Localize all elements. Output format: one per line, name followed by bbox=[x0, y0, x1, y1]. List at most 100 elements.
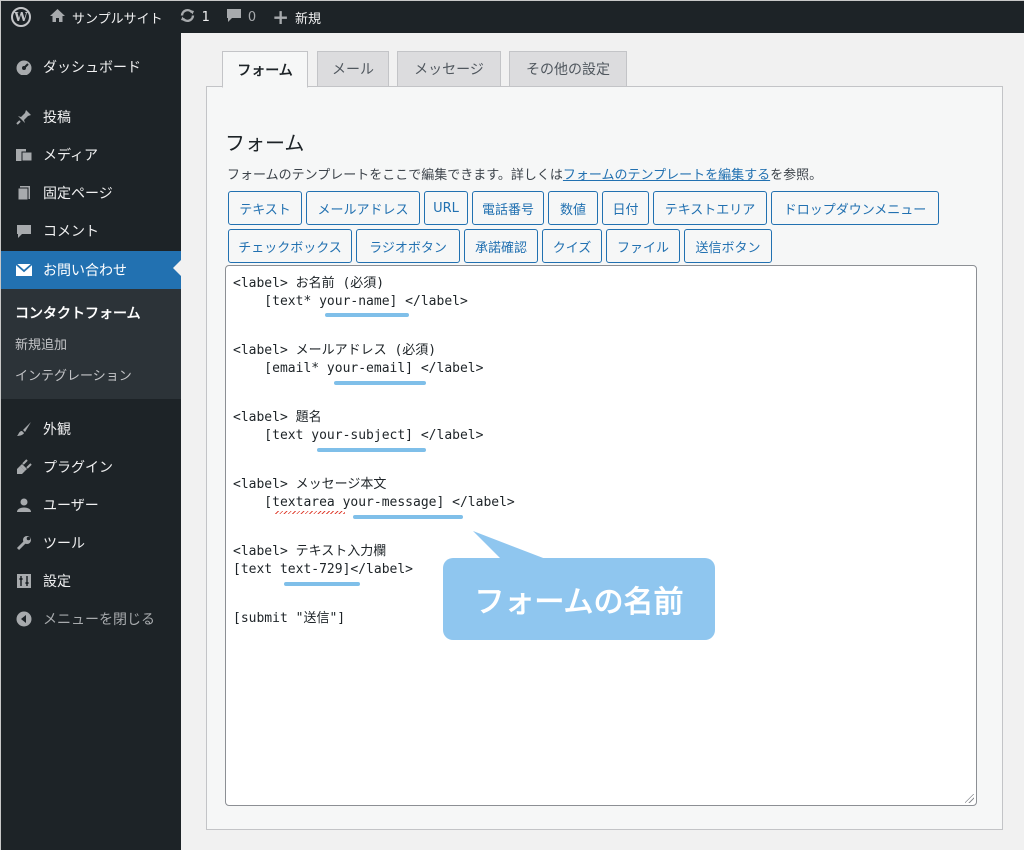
annotation-callout: フォームの名前 bbox=[443, 558, 715, 640]
code-line: [email* your-email] </label> bbox=[233, 361, 484, 376]
user-icon bbox=[13, 495, 35, 515]
template-docs-link[interactable]: フォームのテンプレートを編集する bbox=[563, 168, 770, 183]
pin-icon bbox=[13, 107, 35, 127]
mail-icon bbox=[13, 260, 35, 280]
code-line: <label> テキスト入力欄 bbox=[233, 544, 387, 559]
wrench-icon bbox=[13, 533, 35, 553]
submenu-contact-forms[interactable]: コンタクトフォーム bbox=[15, 303, 141, 323]
panel-title: フォーム bbox=[225, 131, 305, 155]
tag-button-number[interactable]: 数値 bbox=[548, 191, 598, 225]
form-panel: フォーム フォームのテンプレートをここで編集できます。詳しくはフォームのテンプレ… bbox=[206, 86, 1003, 830]
menu-label: メニューを閉じる bbox=[43, 612, 155, 628]
spellcheck-underline bbox=[275, 511, 345, 514]
admin-bar: W サンプルサイト 1 0 + 新規 bbox=[1, 1, 1024, 33]
dashboard-icon bbox=[13, 57, 35, 77]
menu-label: ツール bbox=[43, 536, 85, 552]
menu-label: 設定 bbox=[43, 574, 71, 590]
menu-label: コメント bbox=[43, 224, 99, 240]
tab-messages[interactable]: メッセージ bbox=[397, 51, 501, 87]
comment-icon bbox=[13, 221, 35, 241]
tag-button-acceptance[interactable]: 承諾確認 bbox=[464, 229, 538, 263]
updates-count: 1 bbox=[201, 9, 210, 25]
contact-submenu: コンタクトフォーム 新規追加 インテグレーション bbox=[1, 289, 181, 399]
menu-collapse[interactable]: メニューを閉じる bbox=[1, 602, 181, 636]
resize-handle[interactable] bbox=[965, 794, 974, 803]
media-icon bbox=[13, 145, 35, 165]
tag-button-checkbox[interactable]: チェックボックス bbox=[228, 229, 352, 263]
plugin-icon bbox=[13, 457, 35, 477]
code-line: [text text-729]</label> bbox=[233, 562, 414, 577]
menu-tools[interactable]: ツール bbox=[1, 526, 181, 560]
page-icon bbox=[13, 183, 35, 203]
tag-button-url[interactable]: URL bbox=[424, 191, 468, 225]
new-label: 新規 bbox=[294, 11, 321, 27]
code-line: <label> お名前 (必須) bbox=[233, 276, 385, 291]
code-line: <label> メッセージ本文 bbox=[233, 477, 387, 492]
panel-description: フォームのテンプレートをここで編集できます。詳しくはフォームのテンプレートを編集… bbox=[227, 164, 822, 183]
main-content: フォーム メール メッセージ その他の設定 フォーム フォームのテンプレートをこ… bbox=[181, 33, 1024, 850]
refresh-icon bbox=[179, 7, 196, 27]
menu-label: ユーザー bbox=[43, 498, 99, 514]
menu-label: メディア bbox=[43, 148, 99, 164]
collapse-icon bbox=[13, 609, 35, 629]
tag-button-email[interactable]: メールアドレス bbox=[306, 191, 420, 225]
menu-pages[interactable]: 固定ページ bbox=[1, 176, 181, 210]
tag-button-submit[interactable]: 送信ボタン bbox=[684, 229, 772, 263]
wordpress-logo-button[interactable]: W bbox=[1, 1, 41, 33]
tab-other-settings[interactable]: その他の設定 bbox=[509, 51, 627, 87]
tag-button-textarea[interactable]: テキストエリア bbox=[653, 191, 767, 225]
form-template-editor[interactable]: <label> お名前 (必須) [text* your-name] </lab… bbox=[225, 265, 977, 806]
window-frame: W サンプルサイト 1 0 + 新規 ダッシュボード 投稿 メディア 固定ページ… bbox=[0, 0, 1024, 850]
name-highlight bbox=[284, 582, 360, 586]
name-highlight bbox=[334, 381, 426, 385]
tag-button-date[interactable]: 日付 bbox=[602, 191, 649, 225]
menu-comments[interactable]: コメント bbox=[1, 214, 181, 248]
menu-posts[interactable]: 投稿 bbox=[1, 100, 181, 134]
desc-prefix: フォームのテンプレートをここで編集できます。詳しくは bbox=[227, 168, 563, 183]
submenu-add-new[interactable]: 新規追加 bbox=[15, 334, 67, 353]
comment-bubble-icon bbox=[226, 8, 242, 26]
name-highlight bbox=[317, 448, 426, 452]
brush-icon bbox=[13, 419, 35, 439]
wordpress-logo-icon: W bbox=[11, 7, 31, 27]
comments-link[interactable]: 0 bbox=[218, 1, 264, 33]
settings-icon bbox=[13, 571, 35, 591]
name-highlight bbox=[325, 313, 409, 317]
site-name-link[interactable]: サンプルサイト bbox=[41, 1, 171, 33]
menu-users[interactable]: ユーザー bbox=[1, 488, 181, 522]
new-content-link[interactable]: + 新規 bbox=[264, 1, 329, 33]
menu-appearance[interactable]: 外観 bbox=[1, 412, 181, 446]
tag-button-dropdown[interactable]: ドロップダウンメニュー bbox=[771, 191, 939, 225]
tab-mail[interactable]: メール bbox=[317, 51, 389, 87]
code-line: [textarea your-message] </label> bbox=[233, 495, 515, 510]
tag-button-radio[interactable]: ラジオボタン bbox=[356, 229, 460, 263]
menu-label: 投稿 bbox=[43, 110, 71, 126]
tag-button-file[interactable]: ファイル bbox=[606, 229, 680, 263]
menu-label: 固定ページ bbox=[43, 186, 113, 202]
menu-settings[interactable]: 設定 bbox=[1, 564, 181, 598]
menu-dashboard[interactable]: ダッシュボード bbox=[1, 50, 181, 84]
admin-sidebar: ダッシュボード 投稿 メディア 固定ページ コメント お問い合わせ コンタクトフ… bbox=[1, 33, 181, 850]
home-icon bbox=[49, 8, 66, 26]
code-line: [text your-subject] </label> bbox=[233, 428, 484, 443]
code-line: [submit "送信"] bbox=[233, 611, 346, 626]
desc-suffix: を参照。 bbox=[770, 168, 823, 183]
menu-label: ダッシュボード bbox=[43, 60, 141, 76]
menu-label: プラグイン bbox=[43, 460, 113, 476]
menu-label: 外観 bbox=[43, 422, 71, 438]
updates-link[interactable]: 1 bbox=[171, 1, 218, 33]
menu-media[interactable]: メディア bbox=[1, 138, 181, 172]
menu-plugins[interactable]: プラグイン bbox=[1, 450, 181, 484]
menu-contact[interactable]: お問い合わせ bbox=[1, 251, 181, 289]
name-highlight bbox=[353, 515, 463, 519]
tag-button-tel[interactable]: 電話番号 bbox=[472, 191, 544, 225]
comments-count: 0 bbox=[247, 9, 257, 25]
code-line: [text* your-name] </label> bbox=[233, 294, 468, 309]
tag-button-quiz[interactable]: クイズ bbox=[542, 229, 602, 263]
tab-form[interactable]: フォーム bbox=[222, 51, 308, 88]
code-line: <label> メールアドレス (必須) bbox=[233, 343, 437, 358]
site-name: サンプルサイト bbox=[72, 11, 163, 27]
code-line: <label> 題名 bbox=[233, 410, 322, 425]
tag-button-text[interactable]: テキスト bbox=[228, 191, 302, 225]
submenu-integration[interactable]: インテグレーション bbox=[15, 365, 132, 384]
